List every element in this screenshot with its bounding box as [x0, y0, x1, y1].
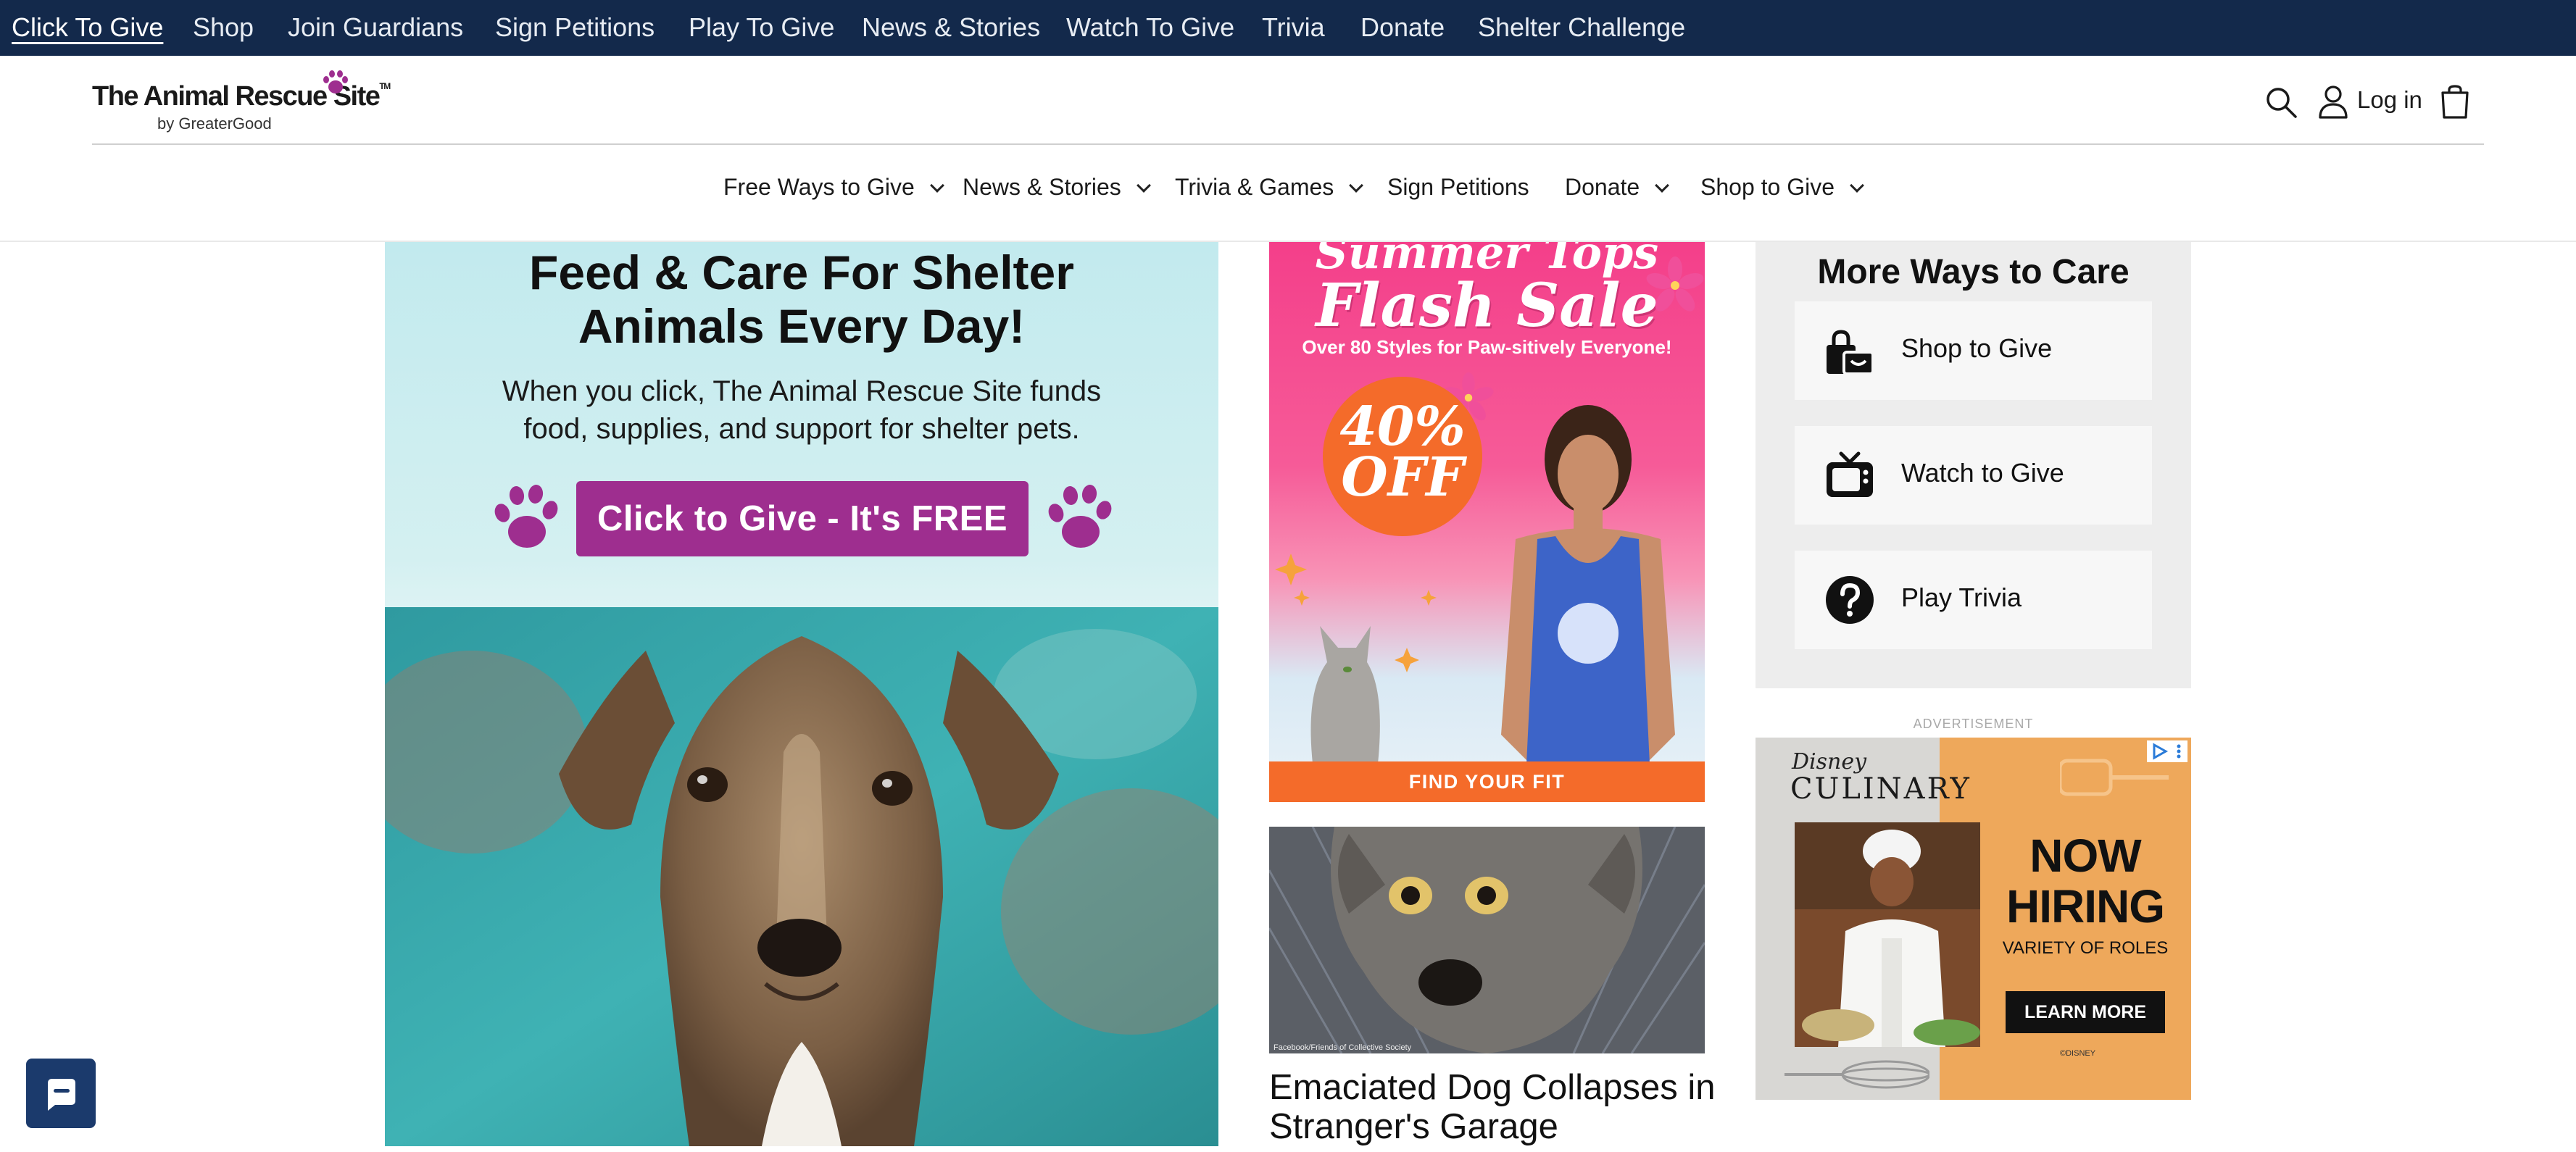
hero-subtitle-line: When you click, The Animal Rescue Site f… — [502, 375, 1102, 407]
tv-icon — [1827, 451, 1873, 497]
topbar-link-watch-to-give[interactable]: Watch To Give — [1066, 0, 1234, 56]
topbar-link-click-to-give[interactable]: Click To Give — [12, 0, 163, 56]
news-title-line: Stranger's Garage — [1269, 1107, 1558, 1146]
logo-byline: by GreaterGood — [157, 114, 272, 133]
nav-sign-petitions[interactable]: Sign Petitions — [1387, 174, 1529, 210]
more-ways-label: Shop to Give — [1901, 333, 2053, 363]
nav-free-ways-to-give[interactable]: Free Ways to Give — [723, 174, 944, 210]
topbar-link-trivia[interactable]: Trivia — [1262, 0, 1325, 56]
chef-photo — [1795, 822, 1980, 1047]
paw-print-icon — [494, 485, 558, 548]
dog-photo — [1269, 827, 1705, 1053]
topbar-link-join-guardians[interactable]: Join Guardians — [288, 0, 463, 56]
topbar-link-shop[interactable]: Shop — [193, 0, 254, 56]
hero-subtitle-line: food, supplies, and support for shelter … — [523, 413, 1080, 445]
ad-copyright: ©DISNEY — [2060, 1049, 2096, 1058]
hero-title-line: Feed & Care For Shelter — [529, 246, 1074, 299]
summer-sale-ad[interactable]: Summer Tops Flash Sale Over 80 Styles fo… — [1269, 242, 1705, 802]
chat-button[interactable] — [26, 1059, 96, 1128]
topbar-link-shelter-challenge[interactable]: Shelter Challenge — [1478, 0, 1685, 56]
nav-label: News & Stories — [963, 174, 1121, 200]
chevron-down-icon — [1136, 178, 1151, 193]
logo-paw-icon — [323, 70, 348, 93]
ad-brand-line: CULINARY — [1790, 772, 1972, 806]
chevron-down-icon — [1850, 178, 1864, 193]
flower-icon — [1646, 256, 1704, 312]
hero-banner: Feed & Care For Shelter Animals Every Da… — [385, 242, 1218, 1146]
ad-headline: NOW — [2029, 830, 2141, 882]
nav-label: Shop to Give — [1700, 174, 1835, 200]
ad-title-line: Flash Sale — [1316, 271, 1658, 341]
news-story-image[interactable]: Facebook/Friends of Collective Society — [1269, 827, 1705, 1053]
question-circle-icon — [1826, 576, 1874, 624]
chevron-down-icon — [1655, 178, 1670, 193]
more-ways-play-trivia[interactable]: Play Trivia — [1795, 551, 2152, 649]
more-ways-label: Play Trivia — [1901, 583, 2022, 612]
find-your-fit-button[interactable]: FIND YOUR FIT — [1269, 761, 1705, 802]
shopping-bags-icon — [1827, 330, 1874, 375]
learn-more-button[interactable]: LEARN MORE — [2006, 991, 2165, 1033]
cart-icon[interactable] — [2438, 84, 2472, 120]
hero-title-line: Animals Every Day! — [578, 299, 1026, 353]
chevron-down-icon — [929, 178, 944, 193]
nav-label: Donate — [1565, 174, 1640, 200]
account-icon[interactable] — [2317, 84, 2349, 120]
ad-brand: Disney — [1792, 749, 1867, 775]
nav-news-stories[interactable]: News & Stories — [963, 174, 1151, 210]
chevron-down-icon — [1349, 178, 1364, 193]
ad-headline: HIRING — [2006, 880, 2165, 932]
chat-bubble-icon — [48, 1079, 75, 1111]
news-story-title[interactable]: Emaciated Dog Collapses in Stranger's Ga… — [1269, 1068, 1733, 1146]
more-ways-title: More Ways to Care — [1817, 253, 2130, 291]
topbar-link-play-to-give[interactable]: Play To Give — [689, 0, 834, 56]
header-divider — [92, 143, 2484, 145]
nav-label: Sign Petitions — [1387, 174, 1529, 200]
topbar-link-news-stories[interactable]: News & Stories — [862, 0, 1040, 56]
adchoices-icon[interactable] — [2147, 740, 2187, 762]
paw-print-icon — [1048, 485, 1112, 548]
click-to-give-button[interactable]: Click to Give - It's FREE — [576, 481, 1029, 556]
disney-culinary-ad[interactable]: Disney CULINARY NOW HIRING VARIETY OF RO… — [1756, 738, 2191, 1100]
more-ways-panel: More Ways to Care Shop to Give Watch to … — [1756, 242, 2191, 688]
topbar-link-sign-petitions[interactable]: Sign Petitions — [495, 0, 655, 56]
nav-donate[interactable]: Donate — [1565, 174, 1670, 210]
nav-trivia-games[interactable]: Trivia & Games — [1175, 174, 1364, 210]
more-ways-watch-to-give[interactable]: Watch to Give — [1795, 426, 2152, 525]
whisk-graphic — [1784, 1060, 1929, 1089]
ad-roles: VARIETY OF ROLES — [2002, 938, 2169, 958]
site-logo[interactable]: The Animal Rescue SiteTM by GreaterGood — [92, 70, 391, 138]
ad-subtitle: Over 80 Styles for Paw-sitively Everyone… — [1302, 336, 1672, 358]
more-ways-label: Watch to Give — [1901, 458, 2064, 488]
puppy-photo — [385, 607, 1218, 1146]
more-ways-shop-to-give[interactable]: Shop to Give — [1795, 301, 2152, 400]
photo-credit: Facebook/Friends of Collective Society — [1274, 1043, 1412, 1052]
login-link[interactable]: Log in — [2357, 86, 2422, 114]
nav-shop-to-give[interactable]: Shop to Give — [1700, 174, 1864, 210]
nav-label: Free Ways to Give — [723, 174, 915, 200]
search-icon[interactable] — [2264, 85, 2298, 119]
advertisement-label: ADVERTISEMENT — [1913, 717, 2034, 731]
ad-model-photo — [1275, 405, 1675, 764]
nav-label: Trivia & Games — [1175, 174, 1334, 200]
top-utility-bar: Click To Give Shop Join Guardians Sign P… — [0, 0, 2576, 56]
news-title-line: Emaciated Dog Collapses in — [1269, 1068, 1716, 1107]
topbar-link-donate[interactable]: Donate — [1360, 0, 1445, 56]
